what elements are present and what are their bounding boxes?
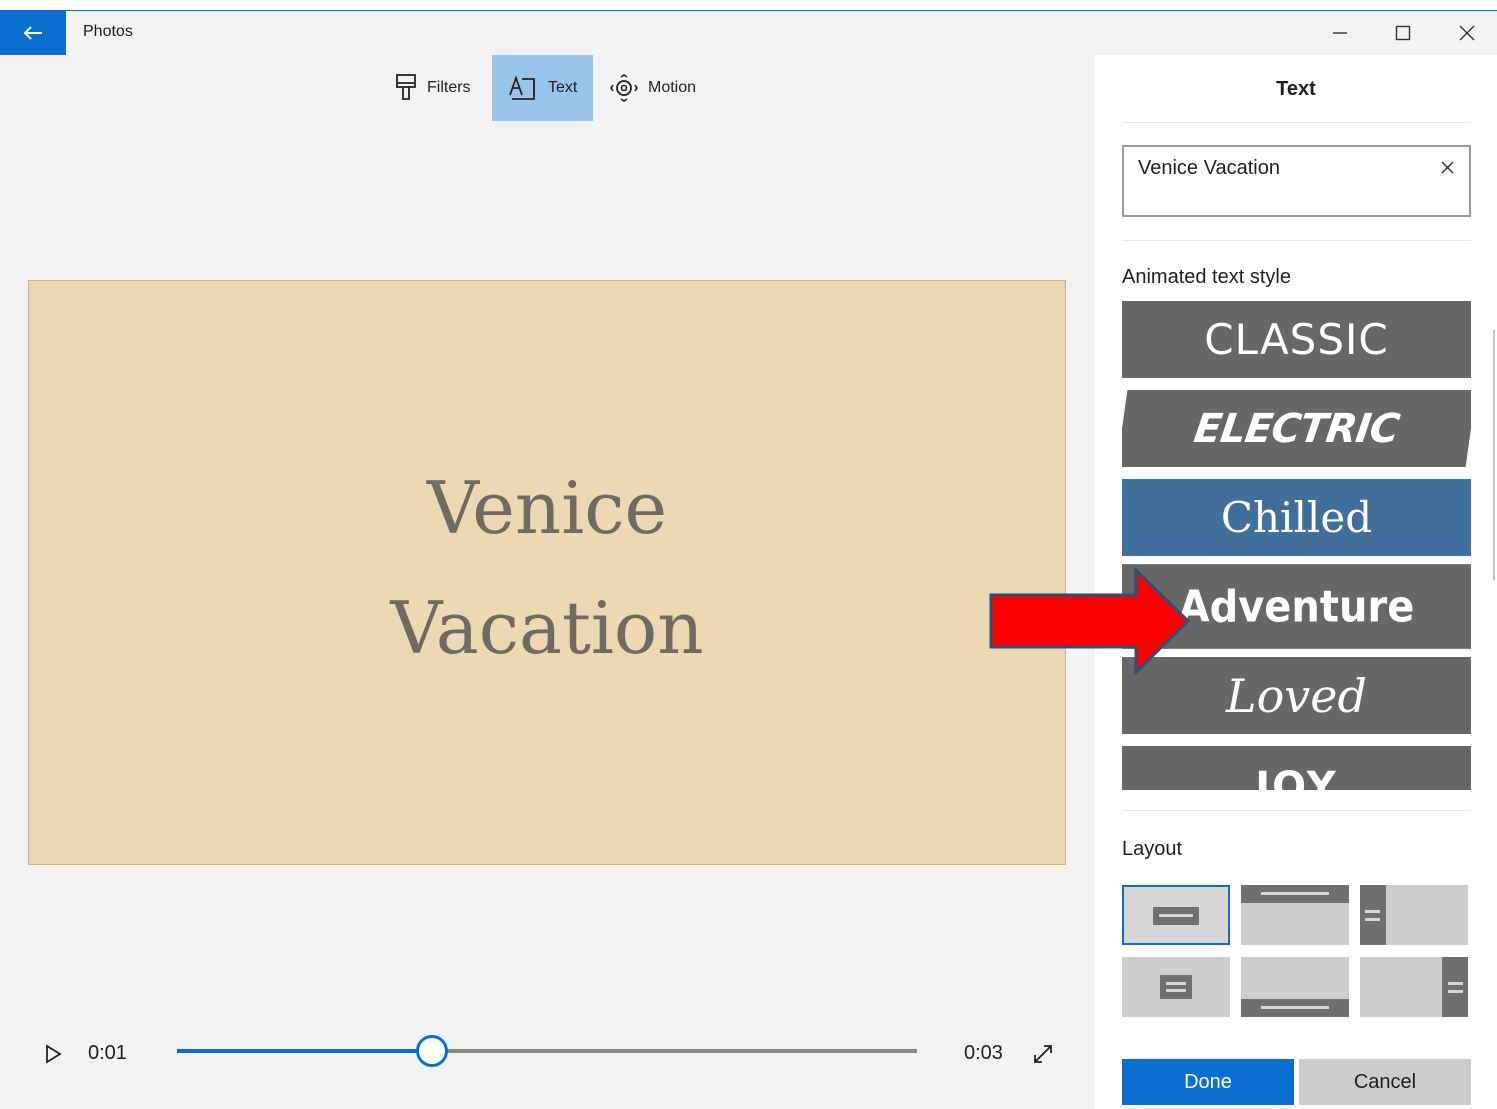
paintbrush-icon bbox=[395, 73, 417, 103]
panel-divider bbox=[1122, 810, 1471, 811]
clear-text-button[interactable] bbox=[1437, 157, 1457, 177]
style-option-electric[interactable]: ELECTRIC bbox=[1122, 390, 1471, 467]
photos-window: Photos Filters Text Motion Venice Vacati… bbox=[0, 10, 1497, 1109]
style-option-joy[interactable]: JOY bbox=[1122, 746, 1471, 790]
filters-tab[interactable]: Filters bbox=[383, 55, 488, 121]
arrow-left-icon bbox=[23, 26, 42, 40]
clear-x-icon bbox=[1440, 160, 1454, 174]
maximize-icon bbox=[1395, 25, 1411, 41]
motion-icon bbox=[610, 74, 638, 102]
style-option-classic[interactable]: CLASSIC bbox=[1122, 301, 1471, 378]
animated-text-style-label: Animated text style bbox=[1122, 266, 1291, 288]
panel-title: Text bbox=[1276, 78, 1316, 100]
layout-option-center-wide[interactable] bbox=[1122, 885, 1230, 945]
annotation-arrow-icon bbox=[989, 567, 1191, 675]
done-button[interactable]: Done bbox=[1122, 1059, 1294, 1105]
cancel-button[interactable]: Cancel bbox=[1299, 1059, 1471, 1105]
layout-option-center-box[interactable] bbox=[1122, 957, 1230, 1017]
minimize-icon bbox=[1333, 32, 1347, 34]
expand-icon bbox=[1034, 1045, 1052, 1063]
minimize-button[interactable] bbox=[1310, 11, 1370, 55]
text-label: Text bbox=[548, 79, 578, 96]
title-bar: Photos bbox=[0, 11, 1497, 55]
back-button[interactable] bbox=[0, 11, 66, 55]
layout-option-right-bar[interactable] bbox=[1360, 957, 1468, 1017]
text-field[interactable] bbox=[1122, 145, 1471, 217]
text-style-list: CLASSIC ELECTRIC Chilled Adventure Loved… bbox=[1122, 301, 1471, 790]
filters-label: Filters bbox=[427, 79, 471, 96]
motion-tab[interactable]: Motion bbox=[598, 55, 718, 121]
seek-bar[interactable] bbox=[177, 1035, 917, 1067]
total-time: 0:03 bbox=[964, 1042, 1003, 1064]
layout-label: Layout bbox=[1122, 838, 1183, 860]
layout-option-top-banner[interactable] bbox=[1241, 885, 1349, 945]
maximize-button[interactable] bbox=[1373, 11, 1433, 55]
play-icon bbox=[46, 1044, 62, 1064]
seek-bar-progress bbox=[177, 1049, 433, 1053]
preview-title-line-2: Vacation bbox=[390, 586, 704, 670]
text-input[interactable] bbox=[1138, 155, 1428, 181]
seek-bar-thumb[interactable] bbox=[416, 1035, 449, 1067]
app-title: Photos bbox=[83, 23, 133, 40]
video-preview: Venice Vacation bbox=[28, 280, 1066, 865]
close-button[interactable] bbox=[1437, 11, 1497, 55]
style-option-chilled[interactable]: Chilled bbox=[1122, 479, 1471, 556]
current-time: 0:01 bbox=[88, 1042, 127, 1064]
panel-divider bbox=[1122, 240, 1471, 241]
panel-divider bbox=[1122, 122, 1471, 123]
text-box-icon bbox=[508, 75, 538, 101]
play-button[interactable] bbox=[38, 1039, 68, 1069]
close-icon bbox=[1459, 25, 1475, 41]
preview-title-line-1: Venice bbox=[426, 466, 668, 550]
layout-option-left-bar[interactable] bbox=[1360, 885, 1468, 945]
layout-option-bottom-banner[interactable] bbox=[1241, 957, 1349, 1017]
fullscreen-button[interactable] bbox=[1028, 1039, 1058, 1069]
style-list-scrollbar[interactable] bbox=[1493, 330, 1495, 580]
motion-label: Motion bbox=[648, 79, 697, 96]
text-tab[interactable]: Text bbox=[492, 55, 593, 121]
